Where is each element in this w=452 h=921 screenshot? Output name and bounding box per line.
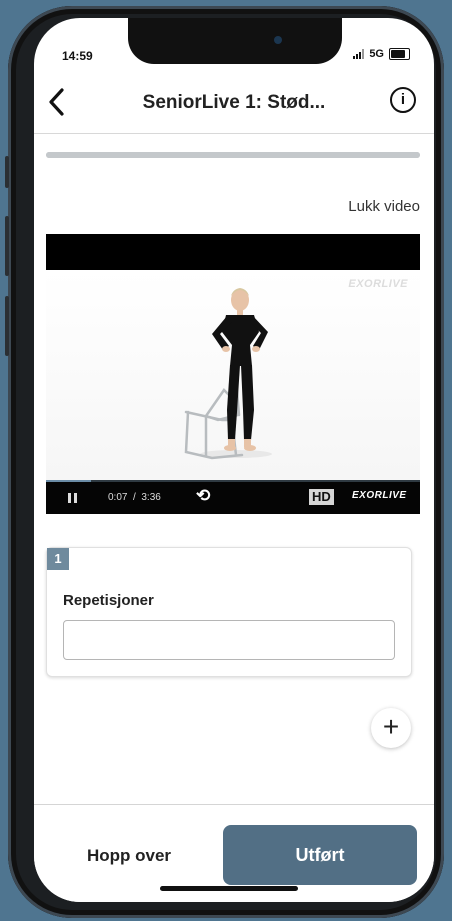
silent-switch xyxy=(5,156,9,188)
volume-down-button xyxy=(5,296,9,356)
info-button[interactable]: i xyxy=(390,87,416,113)
skip-button[interactable]: Hopp over xyxy=(54,845,204,867)
exercise-demonstration-figure xyxy=(184,288,272,460)
battery-icon xyxy=(389,48,410,60)
close-video-link[interactable]: Lukk video xyxy=(348,198,420,215)
progress-fill xyxy=(46,152,420,158)
replay-button[interactable]: ⟲ xyxy=(196,486,210,506)
page-title: SeniorLive 1: Stød... xyxy=(142,92,326,113)
status-indicators: 5G xyxy=(353,48,410,60)
back-button[interactable] xyxy=(46,87,76,117)
video-watermark: EXORLIVE xyxy=(348,278,408,290)
notch xyxy=(128,18,342,64)
network-label: 5G xyxy=(369,48,384,60)
scrubber-fill xyxy=(46,480,91,482)
app-header: SeniorLive 1: Stød... i xyxy=(34,73,434,134)
video-player[interactable]: EXORLIVE 0:07 / 3:36 ⟲ HD EXORLIVE xyxy=(46,234,420,514)
signal-icon xyxy=(353,49,365,59)
replay-icon: ⟲ xyxy=(196,486,211,505)
volume-up-button xyxy=(5,216,9,276)
add-set-button[interactable]: + xyxy=(371,708,411,748)
set-number-badge: 1 xyxy=(47,548,69,570)
plus-icon: + xyxy=(382,711,400,742)
set-card: 1 Repetisjoner xyxy=(46,547,412,677)
video-scrubber[interactable] xyxy=(46,480,420,482)
done-button[interactable]: Utført xyxy=(223,825,417,885)
info-icon: i xyxy=(400,91,406,108)
duration: 3:36 xyxy=(141,492,161,503)
video-timecode: 0:07 / 3:36 xyxy=(108,492,161,503)
app-screen: 14:59 5G SeniorLive 1: Stød... i Lukk vi… xyxy=(34,18,434,902)
video-controls: 0:07 / 3:36 ⟲ HD EXORLIVE xyxy=(46,480,420,514)
chevron-left-icon xyxy=(49,88,64,116)
pause-button[interactable] xyxy=(68,493,77,503)
video-frame: EXORLIVE xyxy=(46,270,420,480)
status-time: 14:59 xyxy=(62,49,93,63)
time-separator: / xyxy=(133,492,136,503)
hd-toggle[interactable]: HD xyxy=(309,489,334,505)
exorlive-logo: EXORLIVE xyxy=(352,490,407,501)
current-time: 0:07 xyxy=(108,492,128,503)
repetitions-input[interactable] xyxy=(63,620,395,660)
repetitions-label: Repetisjoner xyxy=(63,592,154,609)
exercise-progress-bar xyxy=(46,152,420,158)
home-indicator xyxy=(160,886,298,891)
front-camera xyxy=(274,36,282,44)
